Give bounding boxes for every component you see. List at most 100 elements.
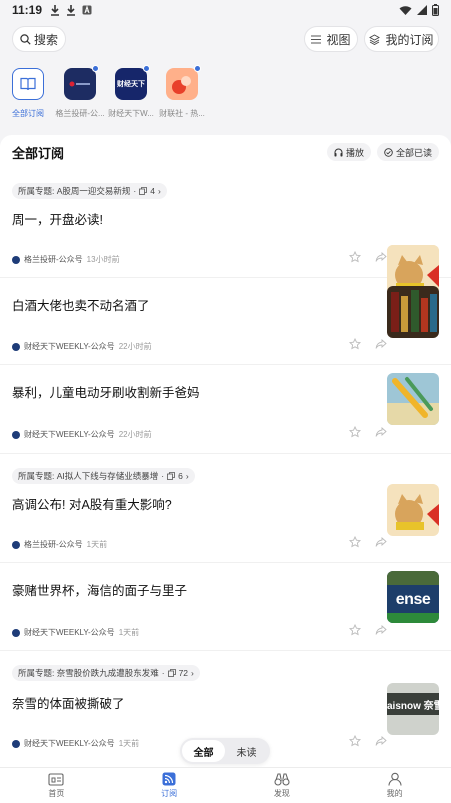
article-item[interactable]: 所属专题: A股周一迎交易新规 · 4 › 周一，开盘必读! 格兰投研-公众号 … (0, 169, 451, 297)
article-actions (349, 426, 387, 438)
article-title: 周一，开盘必读! (12, 213, 103, 227)
share-icon[interactable] (375, 426, 387, 438)
nav-subscriptions[interactable]: 订阅 (113, 768, 226, 803)
subscription-gelan[interactable]: 格兰投研-公... (55, 65, 105, 119)
battery-icon (432, 4, 439, 16)
article-item[interactable]: 暴利，儿童电动牙刷收割新手爸妈 财经天下WEEKLY-公众号 22小时前 (0, 365, 451, 454)
article-item[interactable]: 白酒大佬也卖不动名酒了 财经天下WEEKLY-公众号 22小时前 (0, 278, 451, 365)
article-meta: 格兰投研-公众号 13小时前 (12, 254, 120, 265)
check-circle-icon (384, 147, 393, 157)
read-filter-segmented: 全部 未读 (180, 738, 270, 764)
source-name: 格兰投研-公众号 (24, 255, 83, 264)
top-bar: 搜索 视图 我的订阅 (0, 26, 451, 54)
layers-icon (369, 33, 381, 45)
source-avatar (12, 739, 20, 748)
subscription-caijing[interactable]: 财经天下 财经天下W... (106, 65, 156, 119)
nav-label: 订阅 (161, 789, 178, 798)
card-header: 全部订阅 播放 全部已读 (0, 135, 451, 169)
article-title: 奈雪的体面被撕破了 (12, 697, 125, 711)
article-meta: 财经天下WEEKLY-公众号 22小时前 (12, 341, 152, 352)
star-icon[interactable] (349, 536, 361, 548)
filter-unread[interactable]: 未读 (225, 740, 268, 762)
article-title: 白酒大佬也卖不动名酒了 (12, 299, 150, 313)
article-actions (349, 735, 387, 747)
article-thumbnail (387, 286, 439, 338)
book-icon (20, 77, 36, 91)
article-meta: 格兰投研-公众号 1天前 (12, 539, 107, 550)
topic-chip[interactable]: 所属专题: 奈雪股价跌九成遭股东发难 · 72 › (12, 665, 200, 681)
subscription-label: 财联社 - 热... (159, 109, 205, 118)
nav-home[interactable]: 首页 (0, 768, 113, 803)
filter-all[interactable]: 全部 (182, 740, 225, 762)
app-a-icon (82, 5, 92, 15)
source-avatar (12, 628, 20, 637)
source-avatar (12, 540, 20, 549)
source-avatar (12, 255, 20, 264)
binoculars-icon (274, 772, 290, 786)
my-subscriptions-button[interactable]: 我的订阅 (364, 26, 439, 52)
article-thumbnail: ense (387, 571, 439, 623)
article-thumbnail (387, 373, 439, 425)
share-icon[interactable] (375, 536, 387, 548)
article-item[interactable]: 所属专题: AI拟人下线与存储业绩暴增 · 6 › 高调公布! 对A股有重大影响… (0, 454, 451, 563)
star-icon[interactable] (349, 338, 361, 350)
caijing-logo-text: 财经天下 (117, 81, 145, 88)
topic-label: 所属专题: AI拟人下线与存储业绩暴增 (18, 471, 159, 481)
download-icon (51, 5, 60, 16)
subscription-cailian[interactable]: 财联社 - 热... (157, 65, 207, 119)
star-icon[interactable] (349, 251, 361, 263)
download-icon (67, 5, 76, 16)
copy-icon (167, 669, 176, 677)
publish-time: 22小时前 (118, 430, 152, 439)
nav-label: 我的 (386, 789, 403, 798)
rss-icon (162, 772, 176, 786)
card-title: 全部订阅 (12, 145, 65, 161)
chevron-right-icon: › (185, 471, 189, 481)
article-actions (349, 624, 387, 636)
pitch-image (387, 613, 439, 623)
share-icon[interactable] (375, 251, 387, 263)
share-icon[interactable] (375, 735, 387, 747)
nav-label: 发现 (273, 788, 290, 798)
bottom-navigation: 首页 订阅 发现 我的 (0, 767, 451, 803)
unread-dot (194, 65, 201, 72)
star-icon[interactable] (349, 426, 361, 438)
topic-chip[interactable]: 所属专题: AI拟人下线与存储业绩暴增 · 6 › (12, 468, 195, 484)
article-actions (349, 536, 387, 548)
search-button[interactable]: 搜索 (12, 26, 66, 52)
mark-all-read-button[interactable]: 全部已读 (376, 143, 439, 161)
view-button[interactable]: 视图 (304, 26, 358, 52)
profile-icon (388, 772, 402, 786)
article-actions (349, 251, 387, 263)
star-icon[interactable] (349, 624, 361, 636)
subscription-feed-card: 全部订阅 播放 全部已读 所属专题: A股周一迎交易新规 · 4 › 周一，开盘… (0, 135, 451, 767)
source-avatar (12, 430, 20, 439)
publish-time: 13小时前 (86, 255, 120, 264)
unread-dot (143, 65, 150, 72)
share-icon[interactable] (375, 624, 387, 636)
caijing-avatar: 财经天下 (115, 65, 150, 100)
chevron-right-icon: › (157, 186, 161, 196)
topic-chip[interactable]: 所属专题: A股周一迎交易新规 · 4 › (12, 183, 167, 199)
subscription-label: 格兰投研-公... (55, 109, 105, 118)
star-icon[interactable] (349, 735, 361, 747)
topic-label: 所属专题: 奈雪股价跌九成遭股东发难 (18, 668, 159, 678)
subscription-all[interactable]: 全部订阅 (3, 68, 53, 119)
article-feed: 所属专题: A股周一迎交易新规 · 4 › 周一，开盘必读! 格兰投研-公众号 … (0, 169, 451, 767)
source-name: 财经天下WEEKLY-公众号 (24, 430, 115, 439)
publish-time: 22小时前 (118, 342, 152, 351)
nav-discover[interactable]: 发现 (226, 768, 339, 803)
nav-profile[interactable]: 我的 (338, 768, 451, 803)
cailian-logo-icon (172, 76, 191, 94)
subscription-row: 全部订阅 格兰投研-公... 财经天下 财经天下W... 财联社 - 热... (0, 65, 451, 128)
source-name: 财经天下WEEKLY-公众号 (24, 739, 115, 748)
gelan-logo-icon (69, 81, 90, 87)
search-label: 搜索 (33, 32, 58, 47)
article-meta: 财经天下WEEKLY-公众号 1天前 (12, 627, 139, 638)
status-time: 11:19 (12, 3, 43, 17)
search-icon (20, 33, 31, 45)
article-item[interactable]: 豪赌世界杯，海信的面子与里子 财经天下WEEKLY-公众号 1天前 ense (0, 563, 451, 651)
play-button[interactable]: 播放 (326, 143, 371, 161)
share-icon[interactable] (375, 338, 387, 350)
wifi-icon (399, 6, 412, 15)
